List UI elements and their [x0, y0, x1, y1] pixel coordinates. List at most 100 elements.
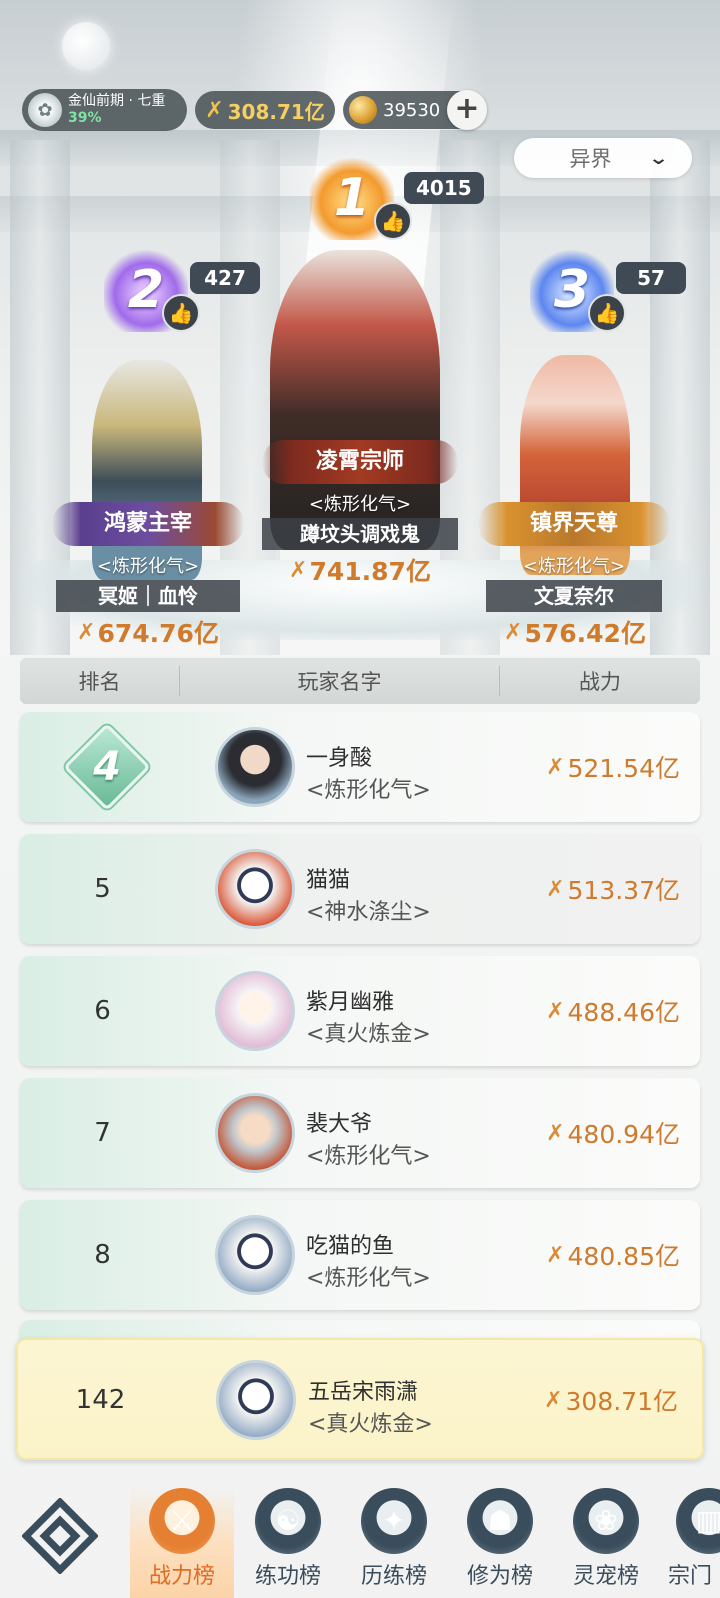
thumbs-up-icon[interactable]: 👍	[374, 202, 412, 240]
chevron-down-icon: ⌄	[648, 147, 670, 169]
leaderboard-stage: ✿ 金仙前期 · 七重 39% ✗ 308.71亿 39530 + 异界 ⌄ 1…	[0, 0, 720, 655]
combat-power-pill: ✗ 308.71亿	[195, 91, 335, 129]
tab-cultivation[interactable]: ☗ 修为榜	[448, 1488, 552, 1598]
leaderboard-tab-bar: ⚔ 战力榜 ☯ 练功榜 ✦ 历练榜 ☗ 修为榜 ❀ 灵宠榜 ▥ 宗门	[0, 1478, 720, 1598]
avatar[interactable]	[215, 971, 295, 1051]
rank-2-player-name: 冥姬｜血怜	[56, 580, 240, 612]
my-power-value: 308.71亿	[565, 1387, 678, 1416]
rank-1-power-value: 741.87亿	[309, 557, 431, 586]
tab-label: 练功榜	[254, 1564, 321, 1589]
meditation-hat-icon: ☗	[467, 1488, 533, 1554]
row-power: ✗ 521.54亿	[546, 712, 680, 822]
player-name: 猫猫	[306, 868, 351, 893]
row-power-value: 521.54亿	[567, 754, 680, 783]
row-power: ✗ 480.94亿	[546, 1078, 680, 1188]
rank-2-sect: <炼形化气>	[96, 556, 200, 577]
spirit-cat-icon: ❀	[573, 1488, 639, 1554]
player-sect: <炼形化气>	[306, 1144, 431, 1169]
crossed-swords-icon: ✗	[289, 557, 308, 583]
player-name: 一身酸	[306, 746, 373, 771]
column-header-power: 战力	[579, 670, 621, 694]
ranking-table-header: 排名 玩家名字 战力	[20, 658, 700, 704]
crossed-swords-icon: ✗	[504, 619, 523, 645]
thumbs-up-icon[interactable]: 👍	[162, 294, 200, 332]
row-power-value: 488.46亿	[567, 998, 680, 1027]
rank-1-player-name: 蹲坟头调戏鬼	[262, 518, 458, 550]
combat-power-value: 308.71亿	[227, 99, 325, 124]
my-avatar[interactable]	[216, 1360, 296, 1440]
row-rank: 8	[94, 1240, 111, 1270]
table-row[interactable]: 7 裴大爷 <炼形化气> ✗ 480.94亿	[20, 1078, 700, 1188]
crossed-swords-icon: ✗	[546, 1120, 565, 1146]
tab-label: 修为榜	[466, 1564, 533, 1589]
column-header-name: 玩家名字	[180, 666, 500, 696]
tab-label: 历练榜	[360, 1564, 427, 1589]
crossed-swords-icon: ✗	[546, 998, 565, 1024]
rank-2-character[interactable]	[92, 360, 202, 580]
tab-spirit-pet[interactable]: ❀ 灵宠榜	[554, 1488, 658, 1598]
cultivation-realm-pill[interactable]: ✿ 金仙前期 · 七重 39%	[22, 89, 187, 131]
crossed-swords-icon: ✗	[77, 619, 96, 645]
crossed-swords-icon: ✗	[546, 1242, 565, 1268]
row-rank: 4	[93, 744, 121, 790]
realm-filter-dropdown[interactable]: 异界 ⌄	[514, 138, 692, 178]
player-name: 吃猫的鱼	[306, 1234, 395, 1259]
table-row[interactable]: 6 紫月幽雅 <真火炼金> ✗ 488.46亿	[20, 956, 700, 1066]
cultivator-icon: ✿	[28, 93, 62, 127]
table-row[interactable]: 5 猫猫 <神水涤尘> ✗ 513.37亿	[20, 834, 700, 944]
row-power: ✗ 488.46亿	[546, 956, 680, 1066]
tab-trials[interactable]: ✦ 历练榜	[342, 1488, 446, 1598]
crossed-swords-icon: ✗	[546, 876, 565, 902]
rank-1-power: ✗ 741.87亿	[262, 552, 458, 588]
tab-practice[interactable]: ☯ 练功榜	[236, 1488, 340, 1598]
spirit-coin-icon	[349, 96, 377, 124]
table-row[interactable]: 4 一身酸 <炼形化气> ✗ 521.54亿	[20, 712, 700, 822]
menu-diamond-icon[interactable]	[22, 1498, 98, 1574]
player-sect: <炼形化气>	[306, 778, 431, 803]
tab-label: 灵宠榜	[572, 1564, 639, 1589]
my-rank: 142	[75, 1385, 126, 1415]
moon-orb	[62, 22, 110, 70]
rank-2-like-count: 427	[190, 262, 260, 294]
avatar[interactable]	[215, 1215, 295, 1295]
player-sect: <炼形化气>	[306, 1266, 431, 1291]
tab-combat-power[interactable]: ⚔ 战力榜	[130, 1488, 234, 1598]
add-currency-button[interactable]: +	[447, 90, 487, 130]
my-player-name: 五岳宋雨潇	[308, 1380, 419, 1405]
row-rank: 7	[94, 1118, 111, 1148]
currency-value: 39530	[383, 99, 441, 121]
rank-1-sect: <炼形化气>	[308, 494, 412, 515]
top-status-bar: ✿ 金仙前期 · 七重 39% ✗ 308.71亿 39530 +	[22, 89, 487, 131]
player-name: 紫月幽雅	[306, 990, 395, 1015]
crossed-swords-icon: ⚔	[149, 1488, 215, 1554]
tab-label: 宗门	[668, 1564, 713, 1589]
table-row[interactable]: 8 吃猫的鱼 <炼形化气> ✗ 480.85亿	[20, 1200, 700, 1310]
rank-2-power: ✗ 674.76亿	[56, 614, 240, 650]
my-power: ✗ 308.71亿	[544, 1340, 678, 1460]
row-rank: 6	[94, 996, 111, 1026]
rank-3-power: ✗ 576.42亿	[480, 614, 670, 650]
column-header-rank: 排名	[20, 666, 180, 696]
rank-2-title: 鸿蒙主宰	[52, 502, 244, 546]
rank-3-like-count: 57	[616, 262, 686, 294]
realm-label: 金仙前期 · 七重	[68, 93, 166, 109]
player-name: 裴大爷	[306, 1112, 373, 1137]
rank-3-power-value: 576.42亿	[524, 619, 646, 648]
row-power: ✗ 513.37亿	[546, 834, 680, 944]
avatar[interactable]	[215, 849, 295, 929]
avatar[interactable]	[215, 727, 295, 807]
player-sect: <真火炼金>	[306, 1022, 431, 1047]
avatar[interactable]	[215, 1093, 295, 1173]
tab-label: 战力榜	[148, 1564, 215, 1589]
rank-3-player-name: 文夏奈尔	[486, 580, 662, 612]
rank-1-like-count: 4015	[404, 172, 484, 204]
row-power-value: 480.94亿	[567, 1120, 680, 1149]
realm-filter-value: 异界	[569, 147, 612, 171]
my-ranking-row[interactable]: 142 五岳宋雨潇 <真火炼金> ✗ 308.71亿	[16, 1338, 704, 1460]
rank-1-title: 凌霄宗师	[262, 440, 458, 484]
tab-sect[interactable]: ▥ 宗门	[660, 1488, 720, 1598]
row-power: ✗ 480.85亿	[546, 1200, 680, 1310]
player-sect: <神水涤尘>	[306, 900, 431, 925]
thumbs-up-icon[interactable]: 👍	[588, 294, 626, 332]
row-power-value: 480.85亿	[567, 1242, 680, 1271]
